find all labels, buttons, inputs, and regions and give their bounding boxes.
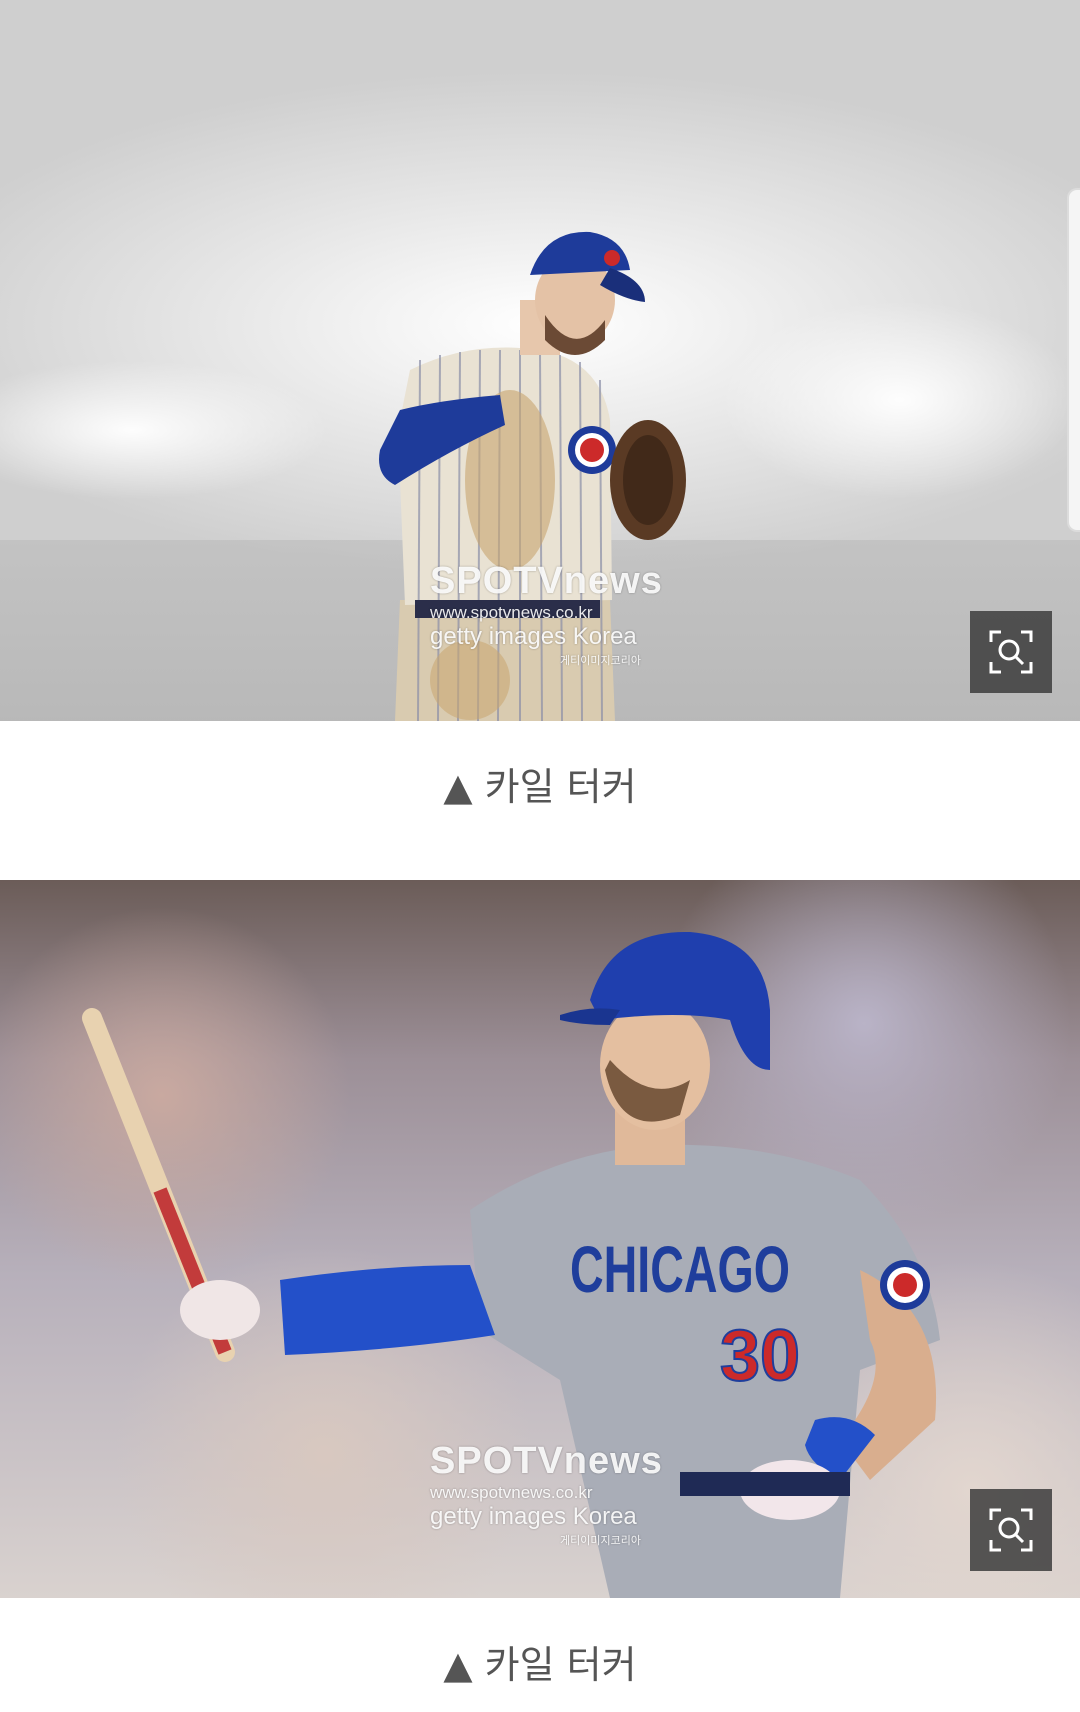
photo-caption-2: ▲ 카일 터커 [443,1643,637,1687]
watermark-url: www.spotvnews.co.kr [430,603,593,622]
watermark-brand: SPOTVnews [430,560,663,602]
watermark-credit: getty images Korea [430,623,637,650]
watermark-url: www.spotvnews.co.kr [430,1483,593,1502]
zoom-photo-button[interactable] [970,611,1052,693]
photo-caption-1: ▲ 카일 터커 [443,765,637,809]
photo-watermark: SPOTVnews www.spotvnews.co.kr getty imag… [430,560,680,671]
article-photo-2[interactable]: CHICAGO 30 SPOTVnews www.spotvnews.co.kr… [0,880,1080,1598]
jersey-text: CHICAGO [570,1232,790,1306]
watermark-credit: getty images Korea [430,1503,637,1530]
watermark-credit-kr: 게티이미지코리아 [560,1535,641,1547]
jersey-number: 30 [720,1316,800,1396]
watermark-brand: SPOTVnews [430,1440,663,1482]
article-photo-1[interactable]: SPOTVnews www.spotvnews.co.kr getty imag… [0,0,1080,721]
photo-watermark: SPOTVnews www.spotvnews.co.kr getty imag… [430,1440,680,1551]
scroll-handle[interactable] [1067,188,1080,532]
zoom-photo-button[interactable] [970,1489,1052,1571]
watermark-credit-kr: 게티이미지코리아 [560,655,641,667]
zoom-search-icon [989,1508,1033,1552]
zoom-search-icon [989,630,1033,674]
